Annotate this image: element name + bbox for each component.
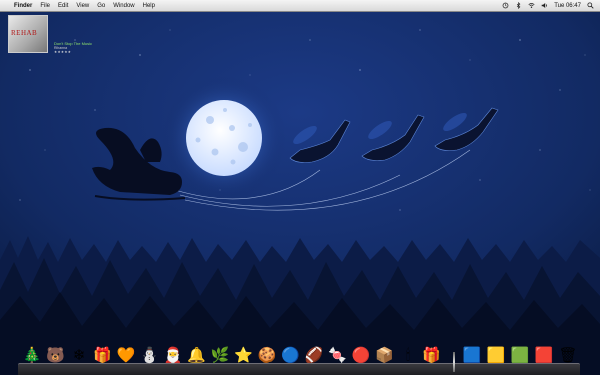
trash-icon[interactable]: 🗑 [558,344,578,366]
wreath-icon[interactable]: 🌿 [210,344,230,366]
green-box-icon[interactable]: 🟩 [510,344,530,366]
candy-cane-icon[interactable]: 🍬 [328,344,348,366]
snowman-icon[interactable]: ⛄ [140,344,160,366]
candle-icon[interactable]: 🕯 [398,344,418,366]
menu-help[interactable]: Help [143,3,155,9]
clock[interactable]: Tue 06:47 [554,3,581,9]
track-rating[interactable]: ★★★★★ [54,50,71,54]
bells-icon[interactable]: 🔔 [187,344,207,366]
album-cover-text: REHAB [11,29,38,37]
menu-bar: Finder File Edit View Go Window Help Tue… [0,0,600,12]
wifi-icon[interactable] [528,2,535,9]
now-playing-widget[interactable]: REHAB Don't Stop The Music Rihanna ★★★★★ [8,15,138,54]
dock-divider [453,352,455,372]
gingerbread-man-icon[interactable]: 🍪 [257,344,277,366]
football-icon[interactable]: 🏈 [304,344,324,366]
album-cover: REHAB [8,15,48,53]
gift-box-icon[interactable]: 🎁 [93,344,113,366]
menu-finder[interactable]: Finder [14,3,32,9]
menu-view[interactable]: View [76,3,89,9]
santa-icon[interactable]: 🎅 [163,344,183,366]
desktop: Finder File Edit View Go Window Help Tue… [0,0,600,375]
spotlight-search-icon[interactable] [587,2,594,9]
red-box-icon[interactable]: 🟥 [534,344,554,366]
orange-ornament-icon[interactable]: 🧡 [116,344,136,366]
star-icon[interactable]: ⭐ [234,344,254,366]
christmas-wallpaper [0,0,600,375]
volume-icon[interactable] [541,2,548,9]
menu-go[interactable]: Go [97,3,105,9]
blue-box-icon[interactable]: 🟦 [462,344,482,366]
christmas-tree-icon[interactable]: 🎄 [22,344,42,366]
menu-window[interactable]: Window [113,3,134,9]
snowflake-icon[interactable]: ❄ [69,344,89,366]
red-ornament-icon[interactable]: 🔴 [351,344,371,366]
yellow-box-icon[interactable]: 🟨 [486,344,506,366]
dock: 🎄 🐻 ❄ 🎁 🧡 ⛄ 🎅 🔔 🌿 ⭐ 🍪 🔵 🏈 🍬 🔴 📦 🕯 🎁 🟦 🟨 🟩 🟥 🗑 [18,340,580,375]
present-box-icon[interactable]: 📦 [375,344,395,366]
time-machine-icon[interactable] [502,2,509,9]
bluetooth-icon[interactable] [515,2,522,9]
menu-edit[interactable]: Edit [58,3,68,9]
wrapped-gift-icon[interactable]: 🎁 [422,344,442,366]
menu-file[interactable]: File [40,3,50,9]
polar-bear-icon[interactable]: 🐻 [46,344,66,366]
blue-ornament-icon[interactable]: 🔵 [281,344,301,366]
